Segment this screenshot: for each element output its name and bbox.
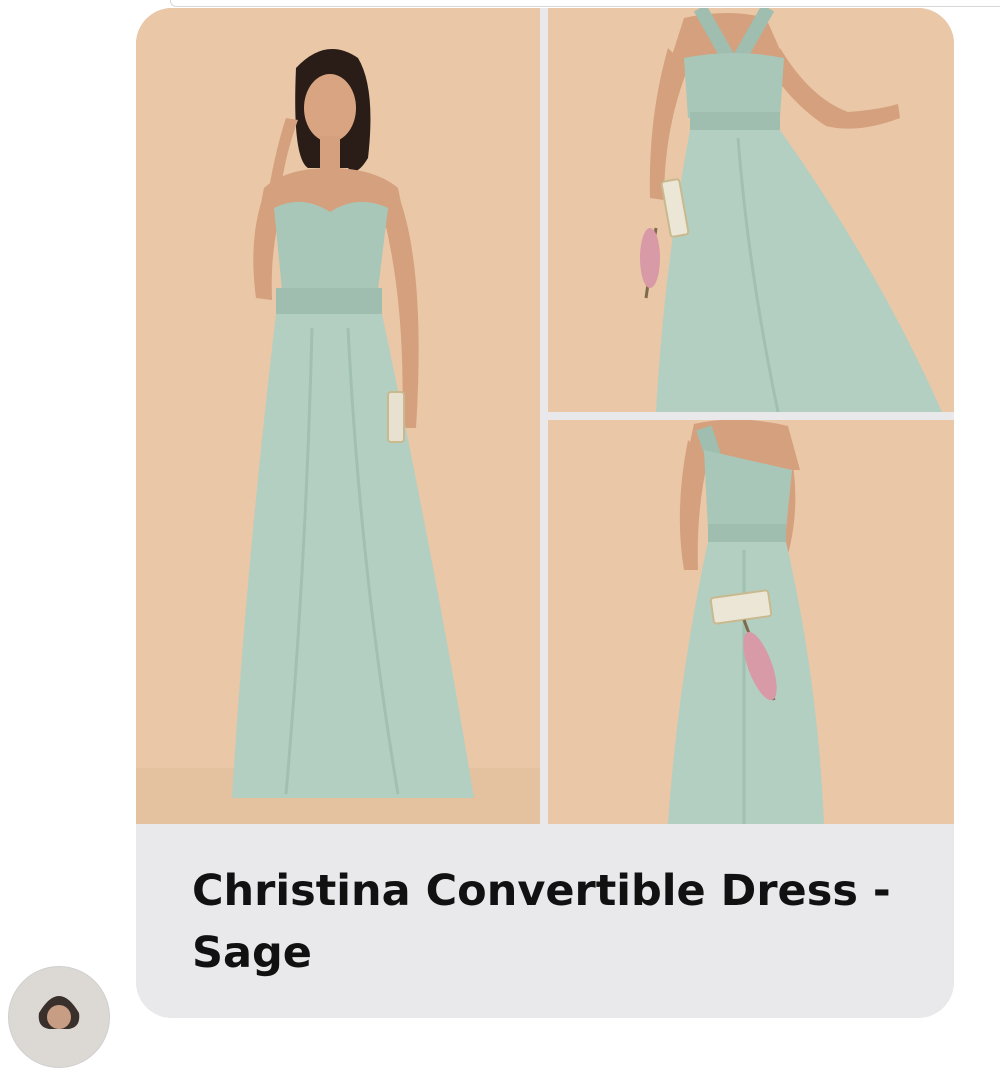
- product-image-halter[interactable]: [548, 8, 954, 412]
- product-image-one-shoulder[interactable]: [548, 420, 954, 824]
- dress-photo-halter: [548, 8, 954, 412]
- dress-photo-one-shoulder: [548, 420, 954, 824]
- link-preview-card[interactable]: Christina Convertible Dress - Sage: [136, 8, 954, 1018]
- sender-avatar[interactable]: [8, 966, 110, 1068]
- dress-photo-strapless: [136, 8, 540, 824]
- product-title: Christina Convertible Dress - Sage: [192, 866, 891, 978]
- link-caption[interactable]: Christina Convertible Dress - Sage: [136, 824, 954, 1018]
- product-image-strapless[interactable]: [136, 8, 540, 824]
- previous-message-edge: [170, 0, 1000, 7]
- person-icon: [9, 967, 109, 1067]
